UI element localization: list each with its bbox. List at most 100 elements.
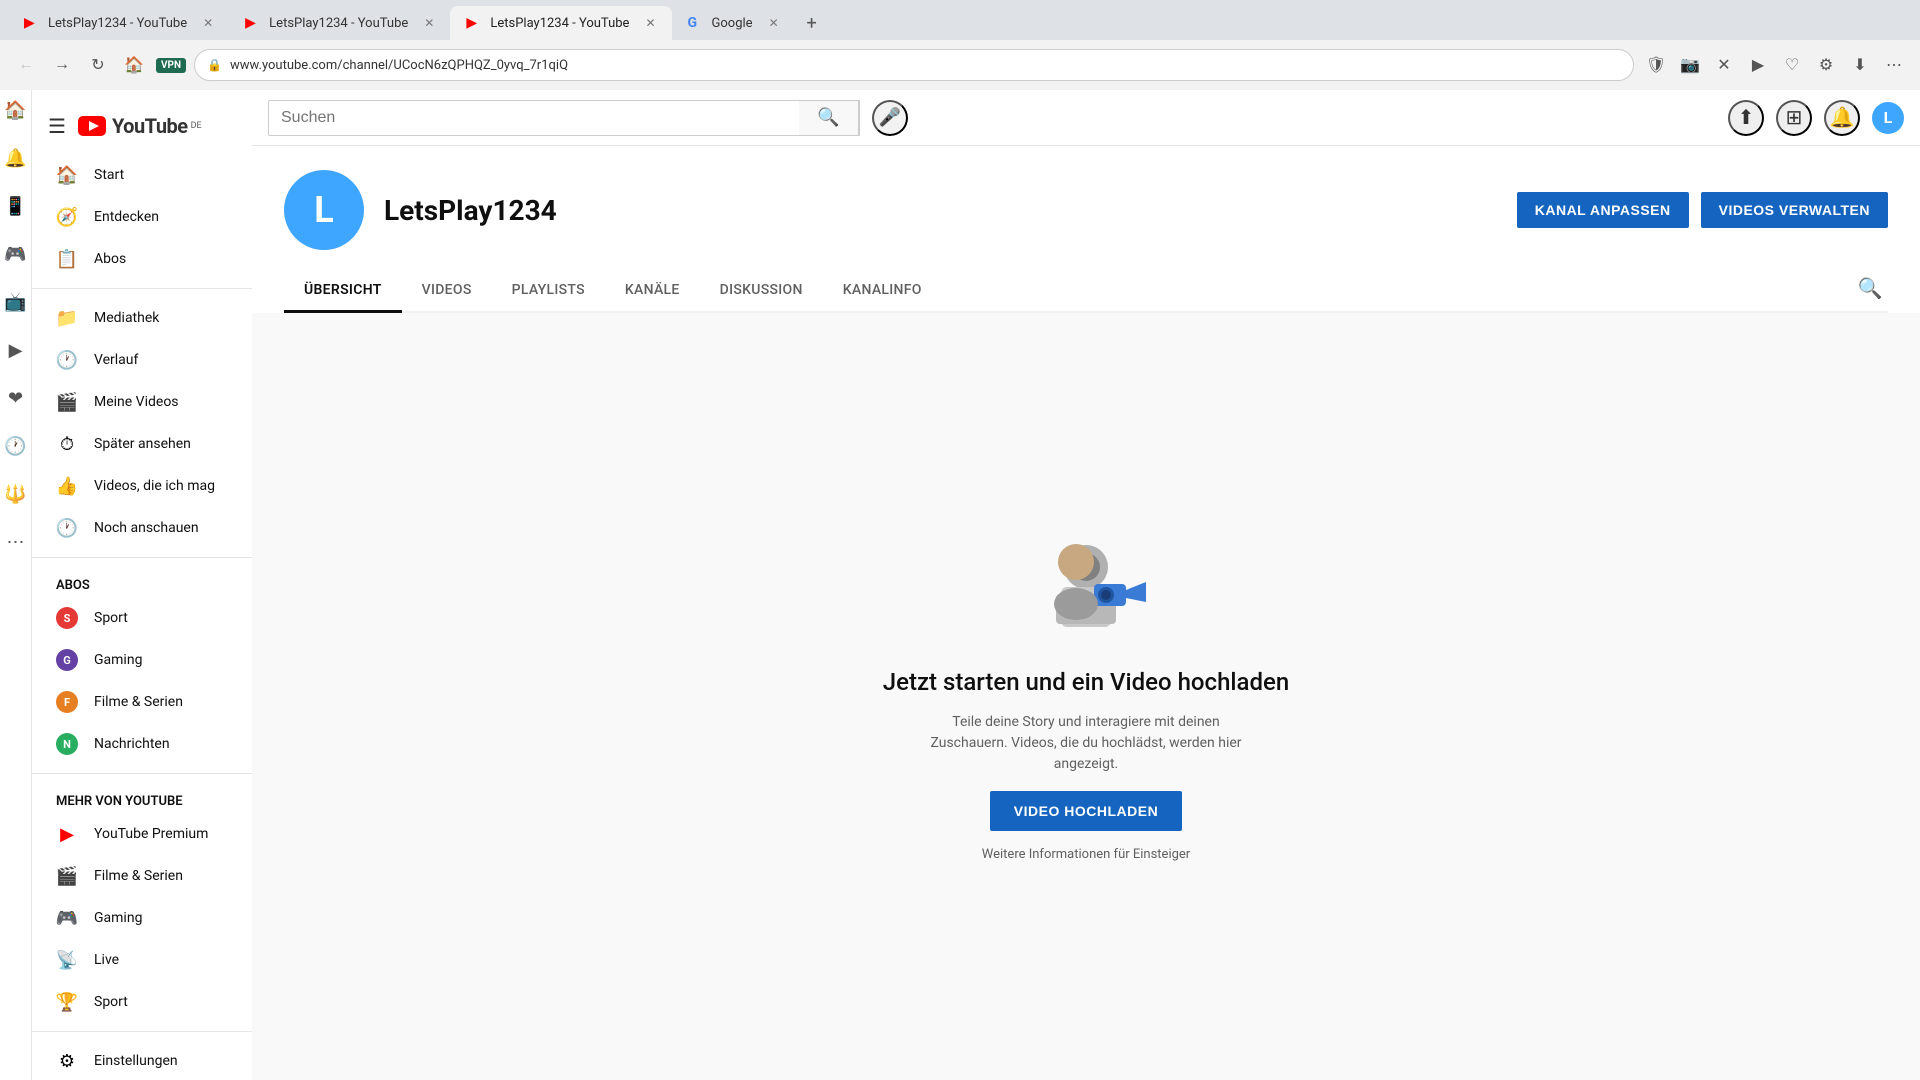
tab-2-close[interactable]: ✕: [424, 16, 434, 30]
left-icon-home[interactable]: 🏠: [4, 98, 28, 122]
sidebar-item-liked[interactable]: 👍 Videos, die ich mag: [40, 465, 244, 507]
vpn-badge: VPN: [156, 58, 186, 73]
browser-menu[interactable]: ⋯: [1880, 51, 1908, 79]
sidebar-item-nochanschauen[interactable]: 🕐 Noch anschauen: [40, 507, 244, 549]
sidebar-spaetersehen-label: Später ansehen: [94, 436, 191, 452]
browser-ext-3[interactable]: ✕: [1710, 51, 1738, 79]
sidebar-item-gaming[interactable]: G Gaming: [40, 639, 244, 681]
sidebar-item-einstellungen[interactable]: ⚙ Einstellungen: [40, 1040, 244, 1080]
sidebar-item-start[interactable]: 🏠 Start: [40, 154, 244, 196]
browser-ext-6[interactable]: ⚙: [1812, 51, 1840, 79]
sidebar-item-sport[interactable]: S Sport: [40, 597, 244, 639]
tab-diskussion[interactable]: DISKUSSION: [700, 270, 823, 313]
browser-toolbar: ← → ↻ 🏠 VPN 🔒 www.youtube.com/channel/UC…: [0, 40, 1920, 90]
settings-icon: ⚙: [56, 1050, 78, 1072]
back-button[interactable]: ←: [12, 51, 40, 79]
left-icon-bell[interactable]: 🔔: [4, 146, 28, 170]
videos-verwalten-button[interactable]: VIDEOS VERWALTEN: [1701, 192, 1888, 228]
new-tab-button[interactable]: +: [795, 6, 829, 40]
search-button[interactable]: 🔍: [799, 100, 859, 136]
address-bar[interactable]: 🔒 www.youtube.com/channel/UCocN6zQPHQZ_0…: [194, 49, 1634, 81]
upload-cta: Jetzt starten und ein Video hochladen Te…: [252, 313, 1920, 1080]
tab-3-favicon: ▶: [466, 15, 482, 31]
reload-button[interactable]: ↻: [84, 51, 112, 79]
kanal-anpassen-button[interactable]: KANAL ANPASSEN: [1517, 192, 1689, 228]
tab-videos[interactable]: VIDEOS: [402, 270, 492, 313]
ytpremium-icon: ▶: [56, 823, 78, 845]
sidebar-item-meinevideos[interactable]: 🎬 Meine Videos: [40, 381, 244, 423]
tab-1-title: LetsPlay1234 - YouTube: [48, 16, 187, 31]
einsteiger-link[interactable]: Weitere Informationen für Einsteiger: [982, 847, 1190, 862]
sidebar-item-ytpremium[interactable]: ▶ YouTube Premium: [40, 813, 244, 855]
sidebar-item-filme2[interactable]: 🎬 Filme & Serien: [40, 855, 244, 897]
gaming-avatar: G: [56, 649, 78, 671]
user-avatar[interactable]: L: [1872, 102, 1904, 134]
sport-avatar: S: [56, 607, 78, 629]
yt-logo-text: YouTube: [112, 114, 188, 138]
sidebar-mediathek-label: Mediathek: [94, 310, 159, 326]
sport2-icon: 🏆: [56, 991, 78, 1013]
home-button[interactable]: 🏠: [120, 51, 148, 79]
library-icon: 📁: [56, 307, 78, 329]
sidebar-item-spaetersehen[interactable]: ⏱ Später ansehen: [40, 423, 244, 465]
youtube-app: 🏠 🔔 📱 🎮 📺 ▶ ❤ 🕐 🔱 ⋯ ☰ YouTube DE 🏠: [0, 90, 1920, 1080]
tab-1-close[interactable]: ✕: [203, 16, 213, 30]
tab-ubersicht[interactable]: ÜBERSICHT: [284, 270, 402, 313]
sidebar-item-mediathek[interactable]: 📁 Mediathek: [40, 297, 244, 339]
left-icon-more[interactable]: ⋯: [4, 530, 28, 554]
upload-button[interactable]: ⬆: [1728, 100, 1764, 136]
myvideos-icon: 🎬: [56, 391, 78, 413]
left-icon-tv[interactable]: 📺: [4, 290, 28, 314]
toolbar-right: 🛡 📷 ✕ ▶ ♡ ⚙ ⬇ ⋯: [1642, 51, 1908, 79]
youtube-logo[interactable]: YouTube DE: [78, 114, 202, 138]
tab-3-close[interactable]: ✕: [645, 16, 655, 30]
channel-search-button[interactable]: 🔍: [1852, 270, 1888, 306]
tab-1[interactable]: ▶ LetsPlay1234 - YouTube ✕: [8, 6, 229, 40]
tab-playlists[interactable]: PLAYLISTS: [492, 270, 605, 313]
sidebar-item-nachrichten[interactable]: N Nachrichten: [40, 723, 244, 765]
left-icon-flag[interactable]: 🔱: [4, 482, 28, 506]
mic-button[interactable]: 🎤: [872, 100, 908, 136]
sidebar-item-filme[interactable]: F Filme & Serien: [40, 681, 244, 723]
apps-button[interactable]: ⊞: [1776, 100, 1812, 136]
left-icon-play[interactable]: ▶: [4, 338, 28, 362]
sidebar-verlauf-label: Verlauf: [94, 352, 138, 368]
browser-ext-5[interactable]: ♡: [1778, 51, 1806, 79]
tab-kanale[interactable]: KANÄLE: [605, 270, 700, 313]
watchlater-icon: ⏱: [56, 433, 78, 455]
address-text: www.youtube.com/channel/UCocN6zQPHQZ_0yv…: [230, 58, 1621, 73]
tab-3[interactable]: ▶ LetsPlay1234 - YouTube ✕: [450, 6, 671, 40]
browser-ext-1[interactable]: 🛡: [1642, 51, 1670, 79]
browser-ext-4[interactable]: ▶: [1744, 51, 1772, 79]
left-icon-heart[interactable]: ❤: [4, 386, 28, 410]
sidebar-item-entdecken[interactable]: 🧭 Entdecken: [40, 196, 244, 238]
video-hochladen-button[interactable]: VIDEO HOCHLADEN: [990, 791, 1182, 831]
tab-bar: ▶ LetsPlay1234 - YouTube ✕ ▶ LetsPlay123…: [0, 0, 1920, 40]
notifications-button[interactable]: 🔔: [1824, 100, 1860, 136]
tab-2[interactable]: ▶ LetsPlay1234 - YouTube ✕: [229, 6, 450, 40]
forward-button[interactable]: →: [48, 51, 76, 79]
channel-actions: KANAL ANPASSEN VIDEOS VERWALTEN: [1517, 192, 1888, 228]
browser-ext-7[interactable]: ⬇: [1846, 51, 1874, 79]
sidebar-item-abos[interactable]: 📋 Abos: [40, 238, 244, 280]
sidebar-item-live[interactable]: 📡 Live: [40, 939, 244, 981]
hamburger-menu[interactable]: ☰: [48, 114, 66, 138]
browser-ext-2[interactable]: 📷: [1676, 51, 1704, 79]
tab-3-title: LetsPlay1234 - YouTube: [490, 16, 629, 31]
left-icon-phone[interactable]: 📱: [4, 194, 28, 218]
sidebar: ☰ YouTube DE 🏠 Start 🧭 Entdecken 📋 Abos: [32, 90, 252, 1080]
left-icon-gamepad[interactable]: 🎮: [4, 242, 28, 266]
sidebar-item-verlauf[interactable]: 🕐 Verlauf: [40, 339, 244, 381]
channel-avatar: L: [284, 170, 364, 250]
divider-2: [32, 557, 252, 558]
sidebar-meinevideos-label: Meine Videos: [94, 394, 179, 410]
tab-kanalinfo[interactable]: KANALINFO: [823, 270, 942, 313]
search-input[interactable]: [269, 101, 799, 135]
compass-icon: 🧭: [56, 206, 78, 228]
left-icon-clock[interactable]: 🕐: [4, 434, 28, 458]
tab-4-close[interactable]: ✕: [769, 16, 779, 30]
sidebar-item-gaming2[interactable]: 🎮 Gaming: [40, 897, 244, 939]
tab-4[interactable]: G Google ✕: [672, 6, 795, 40]
sidebar-item-sport2[interactable]: 🏆 Sport: [40, 981, 244, 1023]
sidebar-filme2-label: Filme & Serien: [94, 868, 183, 884]
